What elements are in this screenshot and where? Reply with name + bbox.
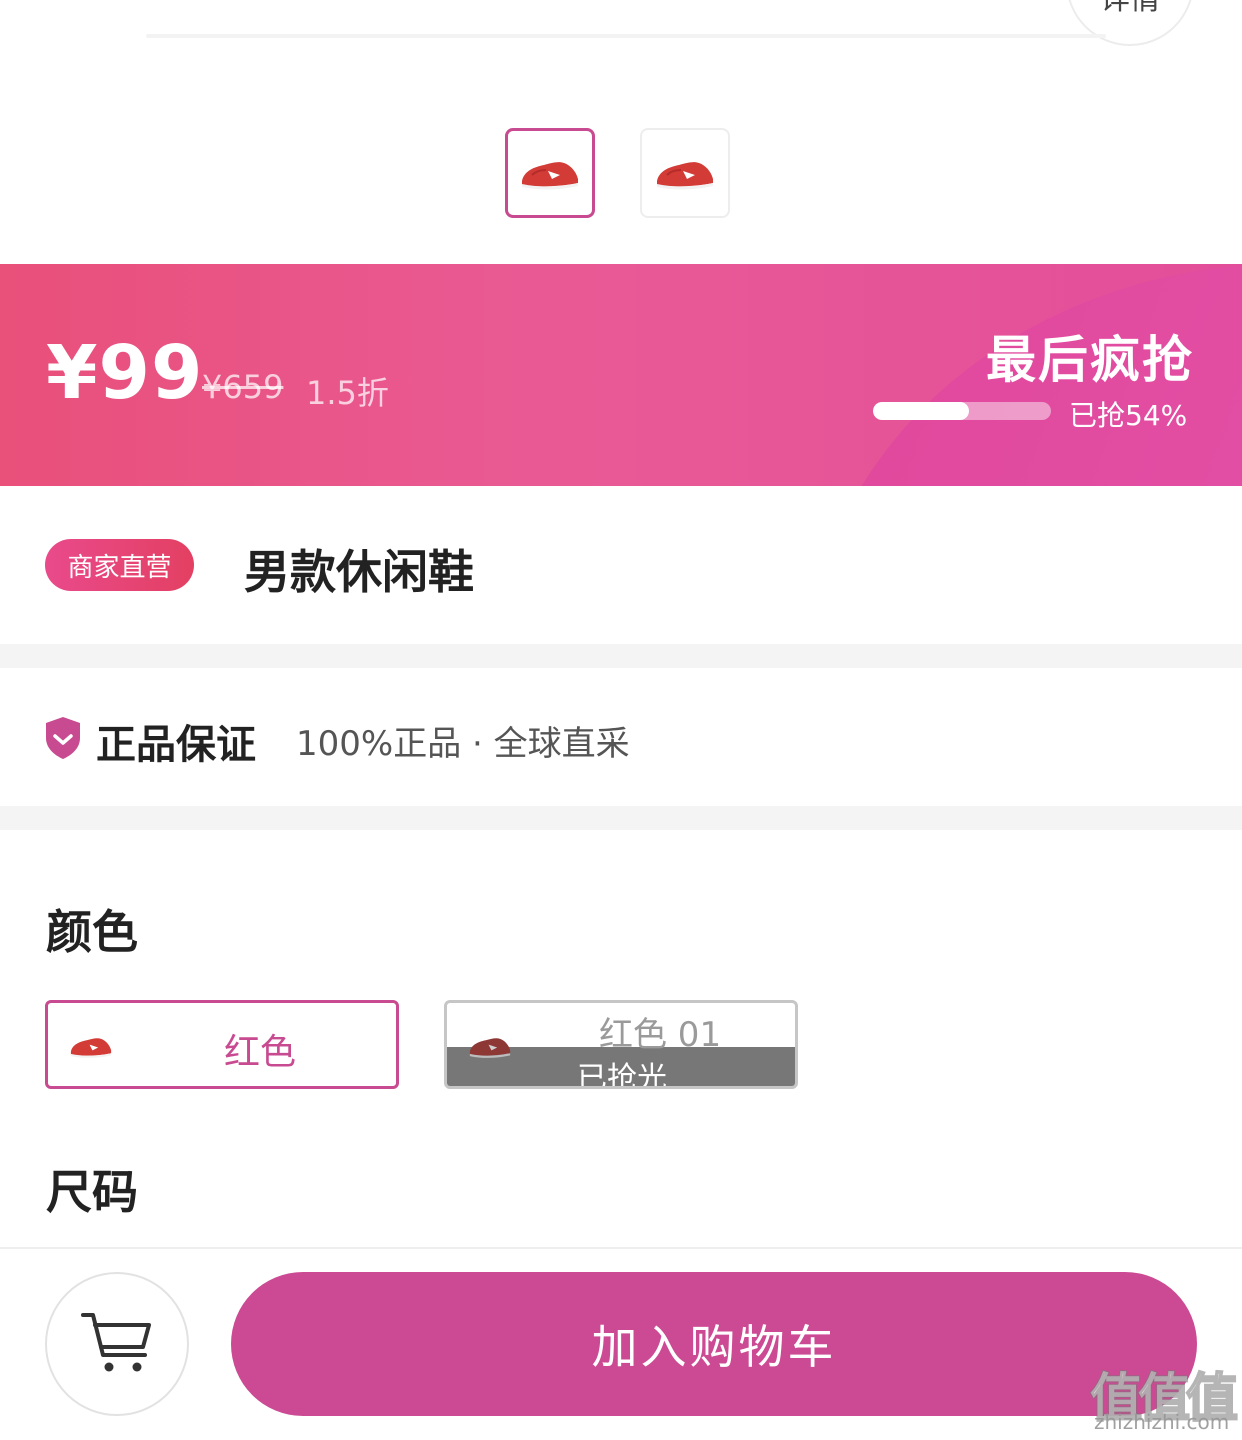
thumbnail-1[interactable] xyxy=(505,128,595,218)
watermark-url: zhizhizhi.com xyxy=(1094,1410,1230,1434)
add-to-cart-button[interactable]: 加入购物车 xyxy=(231,1272,1197,1416)
color-option-label: 红色 01 xyxy=(599,1015,722,1055)
red-shoe-image xyxy=(657,162,713,190)
sales-progress-bar xyxy=(873,402,1051,420)
details-label: 详情 xyxy=(1100,0,1160,18)
sales-progress-text: 已抢54% xyxy=(1069,399,1188,432)
guarantee-description: 100%正品 · 全球直采 xyxy=(296,724,630,764)
sales-progress-fill xyxy=(873,402,969,420)
merchant-badge: 商家直营 xyxy=(45,539,194,591)
sold-out-label: 已抢光 xyxy=(577,1061,667,1089)
original-price: ¥659 xyxy=(202,368,284,406)
cart-button[interactable] xyxy=(45,1272,189,1416)
red-shoe-swatch-icon xyxy=(70,1038,112,1058)
color-option-red-01[interactable]: 红色 01 已抢光 xyxy=(444,1000,798,1089)
discount-label: 1.5折 xyxy=(306,374,389,412)
guarantee-title: 正品保证 xyxy=(96,722,256,768)
red-shoe-image xyxy=(522,162,578,190)
image-divider xyxy=(146,34,1106,38)
size-section-label: 尺码 xyxy=(46,1165,138,1219)
red-shoe-swatch-icon xyxy=(469,1038,511,1058)
section-divider xyxy=(0,806,1242,830)
thumbnail-2[interactable] xyxy=(640,128,730,218)
color-option-red[interactable]: 红色 xyxy=(45,1000,399,1089)
color-section-label: 颜色 xyxy=(46,905,138,959)
details-button[interactable]: 详情 xyxy=(1066,0,1194,46)
shield-check-icon xyxy=(46,717,80,759)
section-divider xyxy=(0,644,1242,668)
product-title: 男款休闲鞋 xyxy=(244,545,474,599)
shopping-cart-icon xyxy=(81,1313,151,1372)
promo-banner: ¥99 ¥659 1.5折 最后疯抢 已抢54% xyxy=(0,264,1242,486)
promo-headline: 最后疯抢 xyxy=(986,331,1194,389)
color-option-label: 红色 xyxy=(224,1032,297,1073)
current-price: ¥99 xyxy=(46,330,204,416)
